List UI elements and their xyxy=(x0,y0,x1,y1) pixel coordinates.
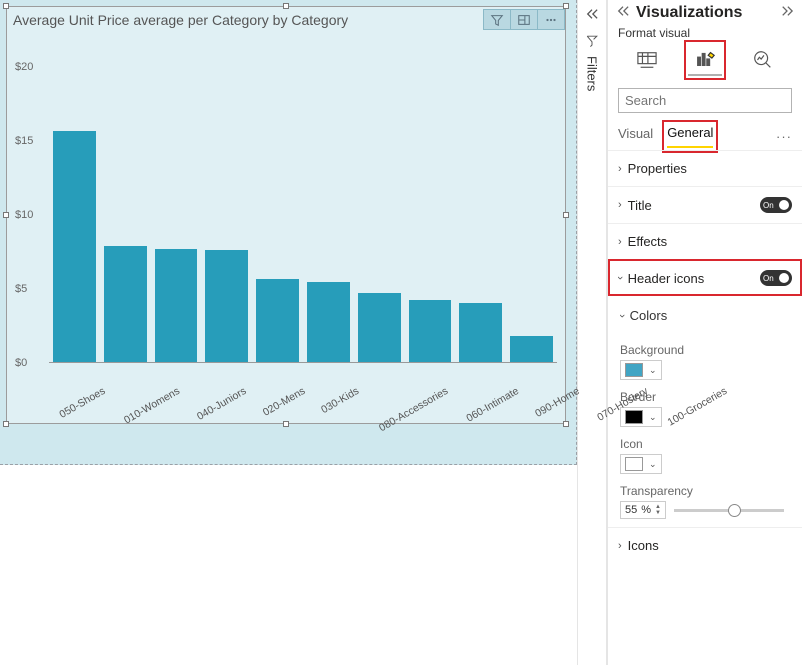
bar[interactable] xyxy=(155,249,198,362)
title-toggle[interactable]: On xyxy=(760,197,792,213)
bar[interactable] xyxy=(459,303,502,362)
collapse-icon[interactable] xyxy=(585,8,599,23)
x-axis-label: 060-Intimate xyxy=(464,379,544,447)
section-header-icons[interactable]: › Header icons On xyxy=(608,259,802,296)
report-canvas[interactable]: Average Unit Price average per Category … xyxy=(0,0,577,465)
focus-mode-icon[interactable] xyxy=(510,9,538,30)
header-icons-toggle[interactable]: On xyxy=(760,270,792,286)
x-axis-label: 010-Womens xyxy=(122,379,205,449)
icon-color-picker[interactable]: ⌄ xyxy=(620,454,662,474)
section-effects[interactable]: › Effects xyxy=(608,223,802,259)
resize-handle[interactable] xyxy=(563,3,569,9)
section-colors[interactable]: › Colors xyxy=(620,298,790,333)
search-field[interactable] xyxy=(623,92,802,109)
visualizations-panel: Visualizations Format visual Visual Gene… xyxy=(607,0,802,665)
visual-container[interactable]: Average Unit Price average per Category … xyxy=(6,6,566,424)
build-visual-tab-icon[interactable] xyxy=(630,44,664,76)
section-title[interactable]: › Title On xyxy=(608,186,802,223)
bar-chart: $0$5$10$15$20 050-Shoes010-Womens040-Jun… xyxy=(13,35,559,417)
chevron-down-icon: › xyxy=(614,276,626,280)
format-tab-icons xyxy=(608,40,802,82)
bar[interactable] xyxy=(510,336,553,362)
transparency-label: Transparency xyxy=(620,484,790,498)
more-icon[interactable]: ··· xyxy=(776,129,792,144)
chevron-down-icon: › xyxy=(616,314,628,318)
visual-header: Average Unit Price average per Category … xyxy=(7,7,565,32)
bar[interactable] xyxy=(53,131,96,362)
filters-label[interactable]: Filters xyxy=(585,56,600,91)
bar[interactable] xyxy=(256,279,299,362)
visual-title: Average Unit Price average per Category … xyxy=(13,12,484,28)
chart-plot xyxy=(49,43,557,363)
resize-handle[interactable] xyxy=(3,421,9,427)
resize-handle[interactable] xyxy=(283,3,289,9)
tab-general[interactable]: General xyxy=(667,125,713,148)
resize-handle[interactable] xyxy=(3,212,9,218)
section-properties[interactable]: › Properties xyxy=(608,150,802,186)
bar[interactable] xyxy=(358,293,401,362)
bar[interactable] xyxy=(307,282,350,362)
panel-subhead: Format visual xyxy=(608,26,802,40)
x-axis-label: 030-Kids xyxy=(319,379,384,439)
section-icons[interactable]: › Icons xyxy=(608,527,802,563)
more-options-icon[interactable] xyxy=(537,9,565,30)
chevron-right-icon: › xyxy=(618,199,622,211)
panel-title: Visualizations xyxy=(636,4,742,22)
chevron-right-icon: › xyxy=(618,540,622,552)
x-axis-label: 080-Accessories xyxy=(377,379,474,457)
filter-icon[interactable] xyxy=(483,9,511,30)
x-axis-label: 020-Mens xyxy=(261,379,331,441)
resize-handle[interactable] xyxy=(3,3,9,9)
transparency-input[interactable]: 55 % ▲▼ xyxy=(620,501,666,519)
bar[interactable] xyxy=(104,246,147,362)
tab-visual[interactable]: Visual xyxy=(618,126,653,147)
resize-handle[interactable] xyxy=(563,212,569,218)
analytics-tab-icon[interactable] xyxy=(746,44,780,76)
expand-icon[interactable] xyxy=(780,4,794,22)
bar[interactable] xyxy=(409,300,452,362)
format-subtabs: Visual General ··· xyxy=(608,119,802,150)
collapse-icon[interactable] xyxy=(616,4,630,22)
format-visual-tab-icon[interactable] xyxy=(688,44,722,76)
x-axis-label: 040-Juniors xyxy=(195,379,272,445)
transparency-slider[interactable] xyxy=(674,509,784,512)
background-label: Background xyxy=(620,343,790,357)
bar[interactable] xyxy=(205,250,248,362)
x-axis-label: 050-Shoes xyxy=(57,379,130,443)
filters-rail: Filters xyxy=(577,0,607,665)
filters-icon[interactable] xyxy=(584,33,600,52)
background-color-picker[interactable]: ⌄ xyxy=(620,360,662,380)
chevron-right-icon: › xyxy=(618,163,622,175)
search-input[interactable] xyxy=(618,88,792,113)
chevron-right-icon: › xyxy=(618,236,622,248)
